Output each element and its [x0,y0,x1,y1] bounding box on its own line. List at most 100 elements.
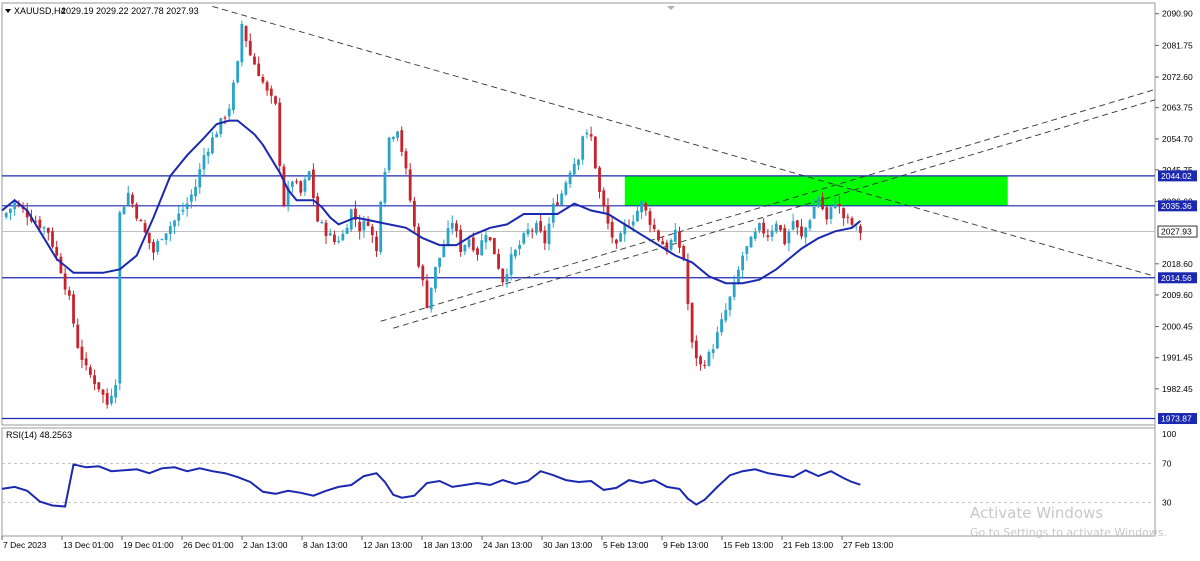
candle-body [467,239,471,247]
price-chart-svg[interactable]: 2090.902081.752072.602063.752054.702045.… [0,0,1200,556]
candle-body [619,233,622,242]
candle-body [732,282,736,298]
price-axis-label: 2018.60 [1162,259,1193,269]
candle-body [513,249,517,257]
candle-body [703,365,707,367]
candle-body [526,229,530,235]
candle-body [55,247,59,256]
price-axis-label: 2009.60 [1162,290,1193,300]
chart-ohlc: 2029.19 2029.22 2027.78 2027.93 [61,6,199,16]
candle-body [375,236,378,252]
time-axis-label: 12 Jan 13:00 [363,540,412,550]
candle-body [686,260,690,304]
candle-body [147,232,151,244]
candle-body [227,108,231,117]
time-axis-label: 7 Dec 2023 [3,540,47,550]
candle-body [673,229,677,242]
candle-body [152,242,155,253]
candle-body [51,231,54,247]
candle-body [640,201,644,213]
time-axis-label: 13 Dec 01:00 [63,540,114,550]
candle-body [126,192,130,206]
candle-body [812,206,816,219]
candle-body [408,169,412,201]
candle-body [253,56,256,65]
candle-body [741,255,745,271]
candle-body [661,241,665,245]
candle-body [652,224,656,230]
candle-body [497,253,500,269]
candle-body [530,230,534,232]
time-axis-label: 15 Feb 13:00 [723,540,773,550]
candle-body [745,246,749,254]
candle-body [181,209,185,212]
candle-body [758,223,761,231]
candle-body [38,219,42,228]
candle-body [501,268,505,283]
rsi-indicator-label: RSI(14) 48.2563 [6,430,72,440]
candle-body [442,245,446,257]
price-axis-label: 1991.45 [1162,353,1193,363]
rsi-axis-label: 100 [1162,429,1176,439]
candle-body [105,393,109,405]
candle-body [202,155,206,170]
candle-body [728,296,732,311]
candle-body [808,220,812,229]
trading-chart-window[interactable]: 2090.90 2081.75 2072.60 2063.75 2054.70 2045.… [0,0,1200,556]
candle-body [421,265,425,281]
candle-body [333,234,336,243]
level-price-label: 2014.56 [1161,273,1192,283]
candle-body [850,218,854,225]
candle-body [522,233,526,244]
candle-body [791,221,795,230]
candle-body [644,203,648,211]
candle-body [577,159,580,166]
candle-body [720,319,723,333]
candle-body [602,190,606,207]
candle-body [328,233,332,236]
candle-body [261,76,265,83]
candle-body [257,63,261,77]
candle-body [320,222,324,224]
candle-body [795,220,799,228]
time-axis-label: 8 Jan 13:00 [303,540,348,550]
candle-body [299,181,303,193]
candle-body [383,171,387,203]
candle-body [678,231,681,248]
candle-body [215,134,219,138]
candle-body [425,280,429,309]
candle-body [404,151,408,169]
candle-body [46,227,50,233]
price-axis-label: 1982.45 [1162,384,1193,394]
candle-body [168,226,172,234]
candle-body [177,213,181,221]
candle-body [816,197,820,207]
candle-body [114,384,118,398]
candle-body [248,40,252,56]
candle-body [610,222,614,238]
candle-body [480,240,484,256]
candle-body [737,269,740,284]
current-price-label: 2027.93 [1161,227,1192,237]
candle-body [842,208,846,219]
candle-body [219,118,223,135]
candle-body [143,223,147,233]
candle-body [623,224,627,235]
candle-body [859,226,862,234]
candle-body [139,220,143,222]
candle-body [846,216,850,218]
candle-body [387,137,391,171]
candle-body [581,136,585,160]
time-axis-label: 9 Feb 13:00 [663,540,709,550]
candle-body [446,228,450,245]
candle-body [589,134,593,137]
candle-body [135,204,139,219]
price-axis-label: 2072.60 [1162,72,1193,82]
candle-body [593,136,597,169]
candle-body [770,230,774,237]
candle-body [269,88,273,96]
candle-body [358,221,362,232]
time-axis-label: 18 Jan 13:00 [423,540,472,550]
candle-body [636,210,639,222]
candle-body [833,203,837,209]
